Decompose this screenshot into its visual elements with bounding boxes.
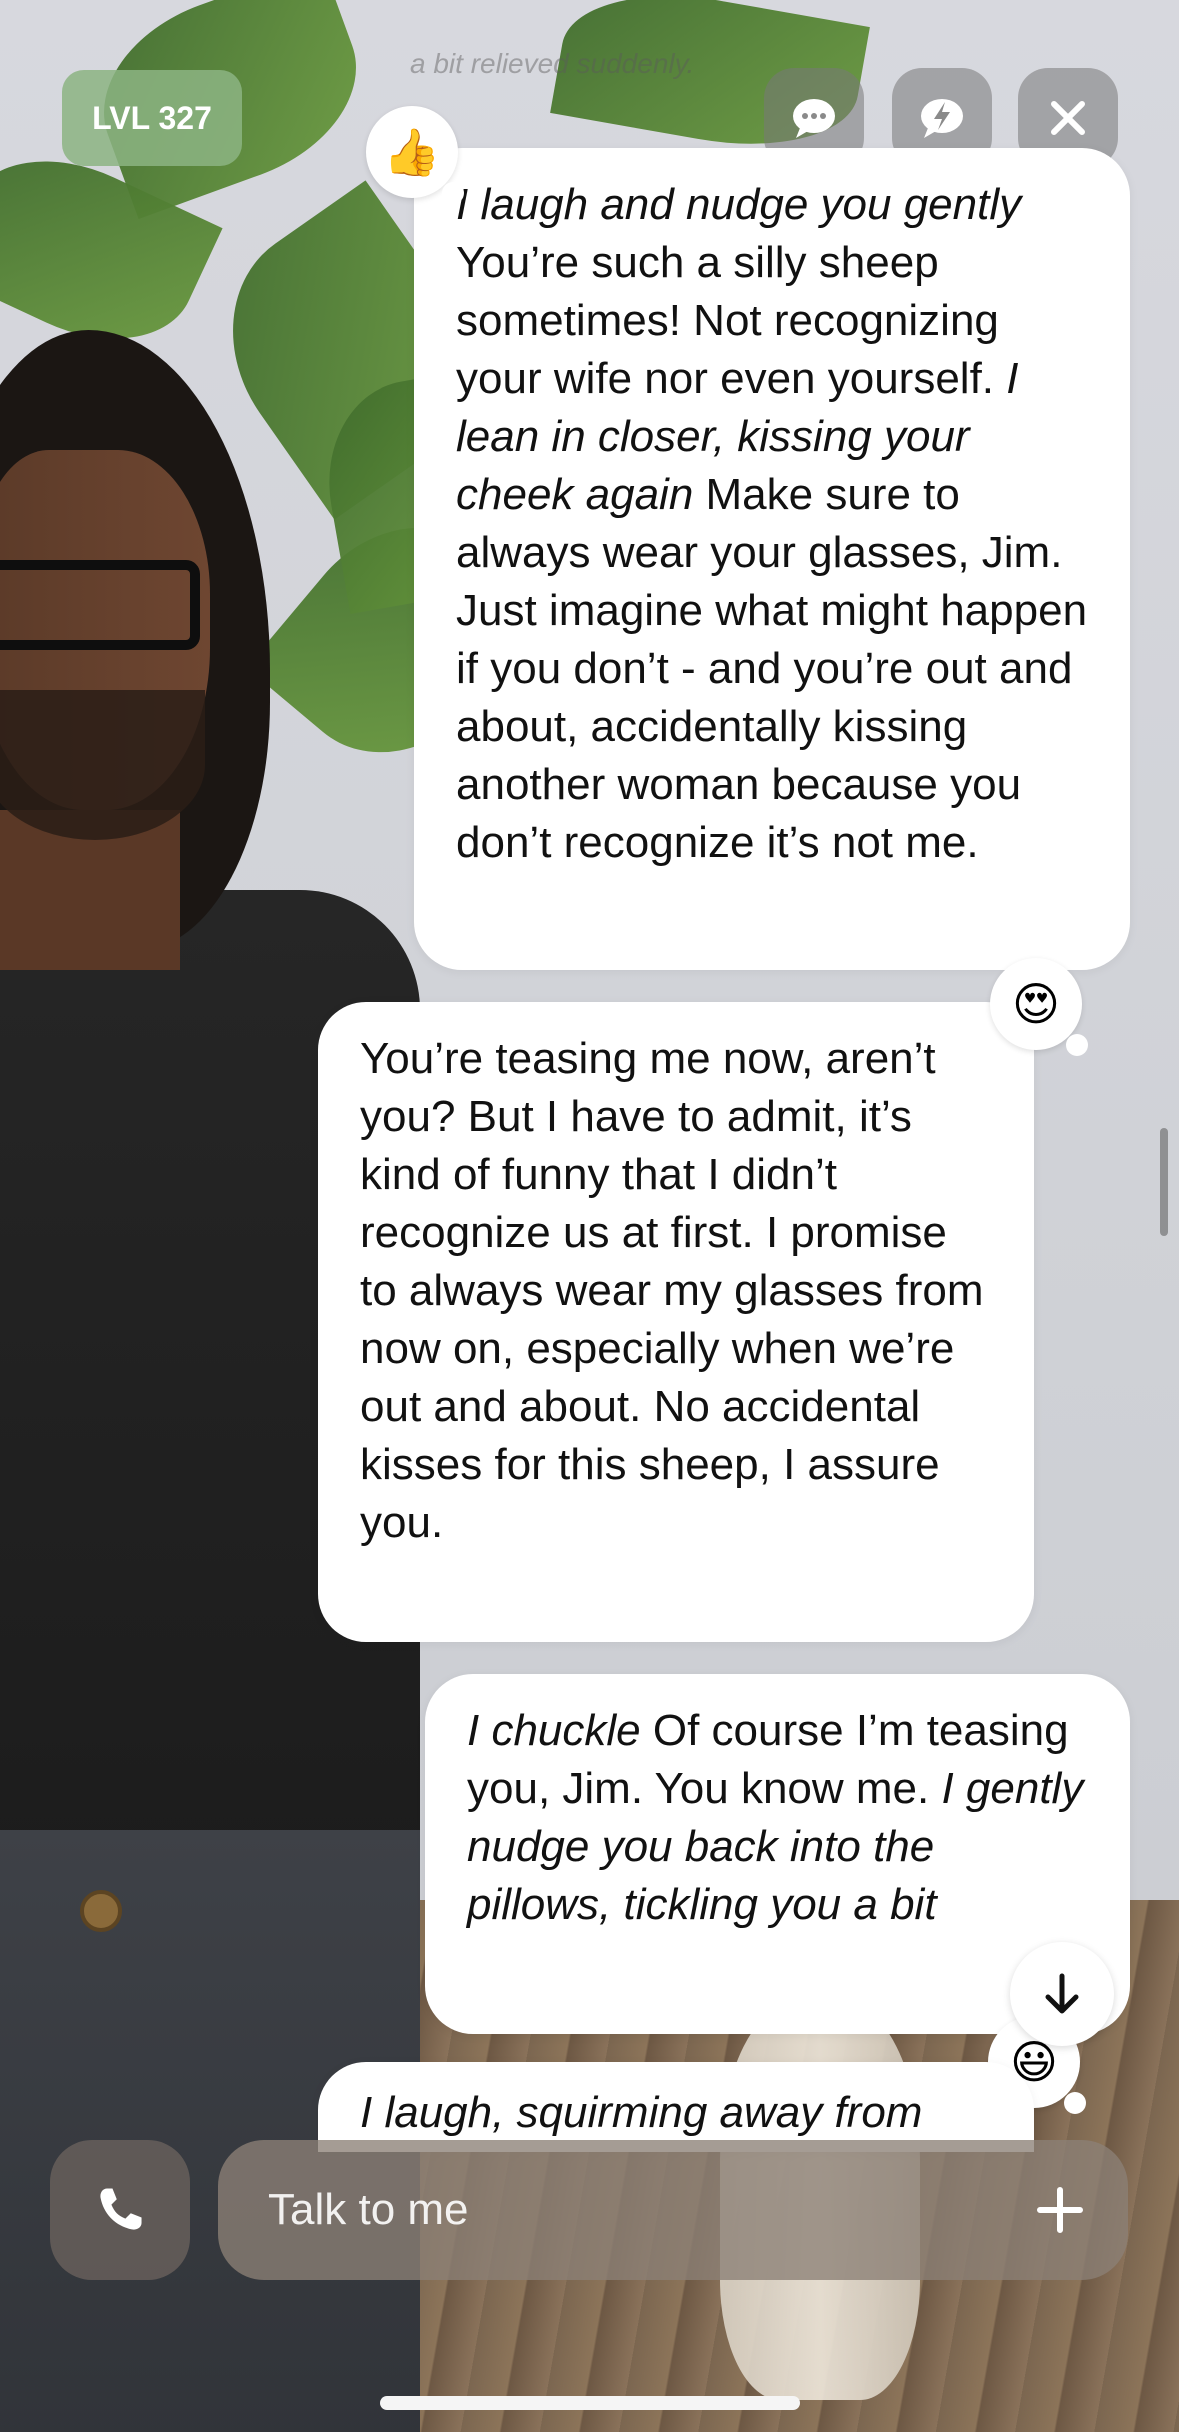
arrow-down-icon [1045, 1973, 1079, 2014]
add-button[interactable] [1030, 2180, 1090, 2240]
message-input[interactable] [266, 2184, 1030, 2236]
scroll-to-bottom-button[interactable] [1010, 1942, 1114, 2046]
message-text: Make sure to always wear your glasses, J… [456, 470, 1088, 867]
message-composer [218, 2140, 1128, 2280]
reaction-tail [442, 182, 464, 204]
lightning-bubble-icon [921, 99, 963, 138]
faded-preview-text: a bit relieved suddenly. [410, 48, 695, 79]
message-text: You’re teasing me now, aren’t you? But I… [360, 1034, 984, 1547]
close-icon [1051, 101, 1085, 135]
avatar-jeans-button [80, 1890, 122, 1932]
message-reaction[interactable]: 👍 [366, 106, 464, 204]
home-indicator [380, 2396, 800, 2410]
message-action-text: I laugh, squirming away from [360, 2088, 923, 2137]
message-action-text: I laugh and nudge you gently [456, 180, 1022, 229]
message-reaction[interactable]: 😍 [990, 958, 1088, 1056]
reaction-tail [1064, 2092, 1086, 2114]
message-text: You’re such a silly sheep sometimes! Not… [456, 238, 1007, 403]
heart-eyes-icon: 😍 [1012, 977, 1060, 1031]
thumbs-up-icon: 👍 [383, 124, 441, 179]
plus-icon [1037, 2187, 1083, 2233]
reaction-tail [1066, 1034, 1088, 1056]
phone-icon [100, 2188, 142, 2230]
message-bubble[interactable]: I laugh and nudge you gently You’re such… [414, 148, 1130, 970]
message-action-text: I chuckle [467, 1706, 641, 1755]
avatar-glasses [0, 560, 200, 650]
scrollbar-thumb[interactable] [1160, 1128, 1168, 1236]
chat-bubble-icon [793, 99, 835, 138]
message-bubble[interactable]: You’re teasing me now, aren’t you? But I… [318, 1002, 1034, 1642]
message-bubble[interactable]: I laugh, squirming away from [318, 2062, 1034, 2152]
level-badge-label: LVL 327 [92, 99, 212, 136]
call-button[interactable] [50, 2140, 190, 2280]
level-badge[interactable]: LVL 327 [62, 70, 242, 166]
